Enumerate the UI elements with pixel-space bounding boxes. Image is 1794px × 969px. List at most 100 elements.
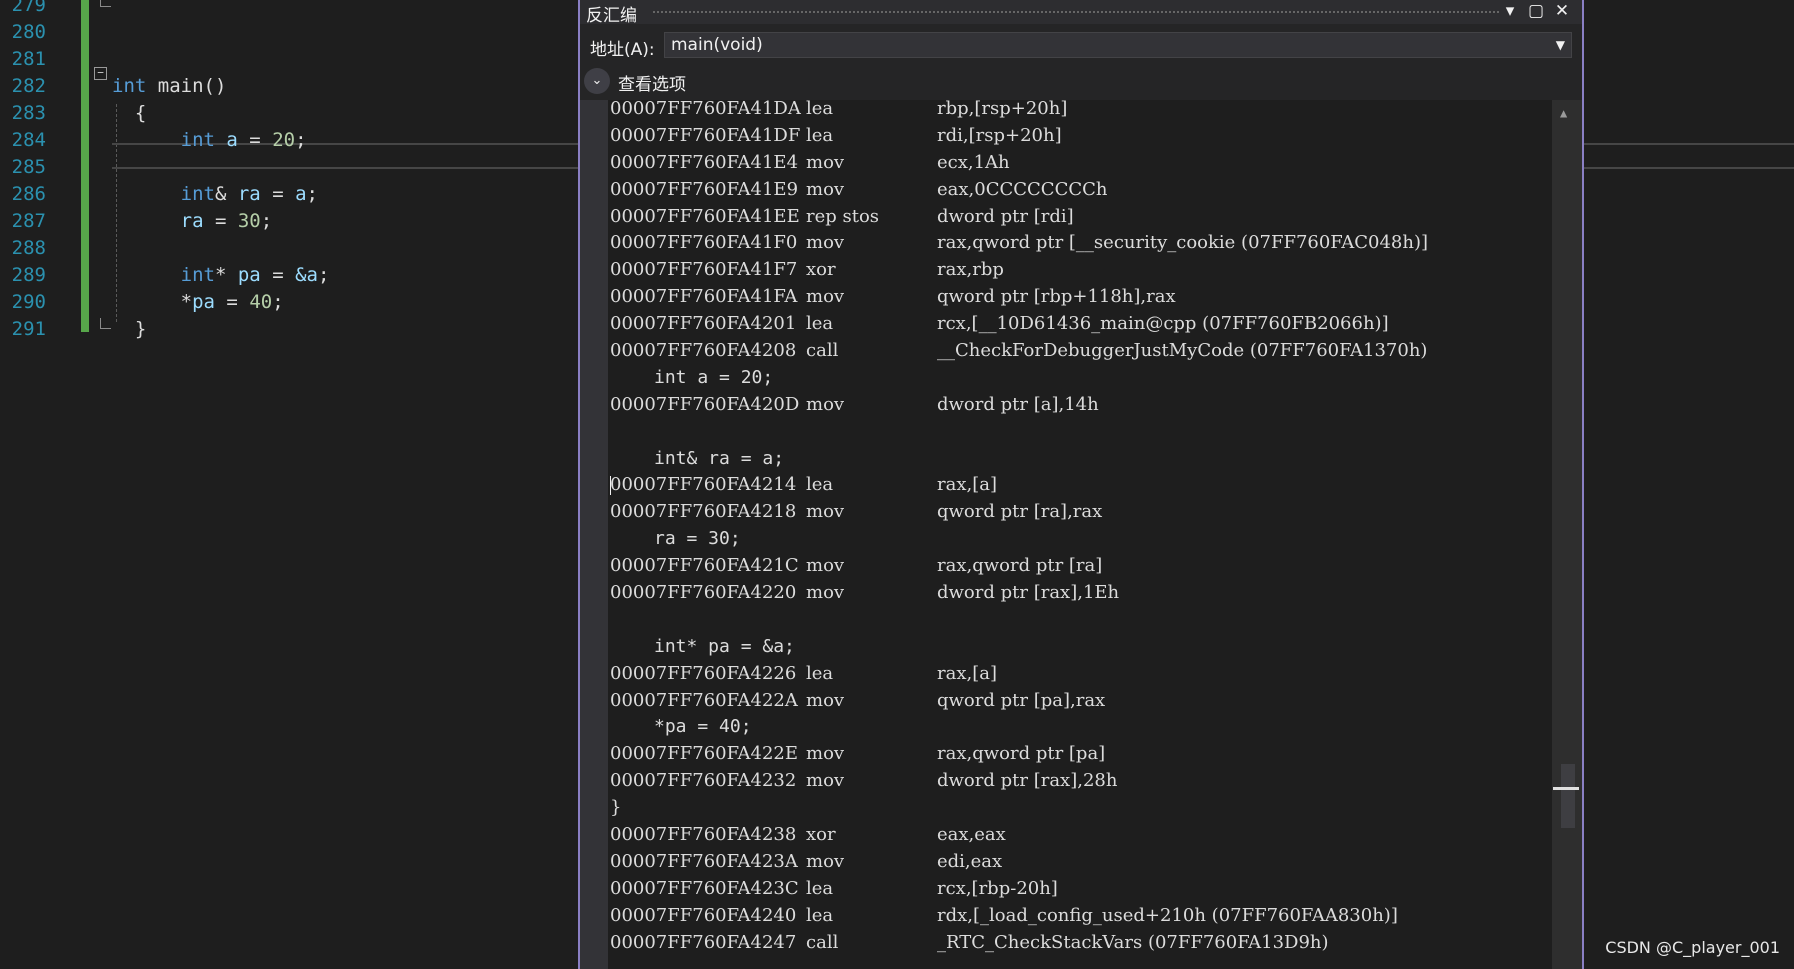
instruction-mnemonic: mov <box>806 850 845 872</box>
instruction-row[interactable]: 00007FF760FA421C mov rax,qword ptr [ra] <box>610 553 1102 580</box>
source-line[interactable]: ra = 30; <box>610 526 795 553</box>
instruction-row[interactable]: 00007FF760FA422A mov qword ptr [pa],rax <box>610 688 1105 715</box>
instruction-mnemonic: call <box>806 931 839 953</box>
vertical-scrollbar[interactable]: ▲ <box>1552 100 1582 969</box>
instruction-row[interactable]: 00007FF760FA41FA mov qword ptr [rbp+118h],… <box>610 284 1176 311</box>
code-text: ; <box>317 264 330 286</box>
instruction-row[interactable]: 00007FF760FA423A mov edi,eax <box>610 849 1002 876</box>
source-brace[interactable]: } <box>610 795 795 822</box>
window-menu-dropdown-icon[interactable]: ▾ <box>1498 0 1522 24</box>
source-line[interactable] <box>610 607 795 634</box>
disassembly-window[interactable]: 反汇编 ▾ ▢ ✕ 地址(A): main(void) ▼ ⌄ 查看选项 000… <box>578 0 1584 969</box>
instruction-row[interactable]: 00007FF760FA4201 lea rcx,[__10D61436_main@… <box>610 311 1389 338</box>
code-line: ra = 30; <box>112 208 329 235</box>
instruction-operands: qword ptr [ra],rax <box>937 501 1103 523</box>
code-line: } <box>112 316 329 343</box>
instruction-row[interactable]: 00007FF760FA41DF lea rdi,[rsp+20h] <box>610 123 1062 150</box>
line-number: 287 <box>11 210 46 232</box>
number: 40 <box>249 291 273 313</box>
instruction-operands: _RTC_CheckStackVars (07FF760FA13D9h) <box>937 931 1329 953</box>
chevron-down-icon[interactable]: ▼ <box>1556 38 1565 52</box>
instruction-row[interactable]: 00007FF760FA41F7 xor rax,rbp <box>610 257 1004 284</box>
code-line: { <box>112 100 329 127</box>
instruction-operands: rax,[a] <box>937 662 997 684</box>
scroll-position-marker <box>1553 787 1579 790</box>
instruction-address: 00007FF760FA4226 <box>610 662 797 684</box>
expand-chevron-icon[interactable]: ⌄ <box>584 68 610 94</box>
disassembly-listing[interactable]: 00007FF760FA41DA lea rbp,[rsp+20h] 00007FF7… <box>580 100 1552 969</box>
instruction-address: 00007FF760FA4240 <box>610 904 797 926</box>
code-text: = <box>237 129 273 151</box>
code-text: * <box>214 264 238 286</box>
scroll-up-icon[interactable]: ▲ <box>1560 106 1567 120</box>
outline-guide-end <box>100 318 111 329</box>
instruction-mnemonic: mov <box>806 232 845 254</box>
instruction-operands: ecx,1Ah <box>937 151 1010 173</box>
instruction-address: 00007FF760FA41F7 <box>610 259 798 281</box>
titlebar-grip[interactable] <box>652 10 1500 15</box>
code-line: int a = 20; <box>112 127 329 154</box>
instruction-operands: dword ptr [a],14h <box>937 393 1099 415</box>
instruction-row[interactable]: 00007FF760FA4214 lea rax,[a] <box>610 472 997 499</box>
close-icon[interactable]: ✕ <box>1550 0 1574 24</box>
instruction-address: 00007FF760FA422E <box>610 743 799 765</box>
instruction-operands: rax,qword ptr [pa] <box>937 743 1106 765</box>
listing-rows: 00007FF760FA41DA lea rbp,[rsp+20h] 00007FF7… <box>610 100 1428 957</box>
instruction-row[interactable]: 00007FF760FA4247 call _RTC_CheckStackVars … <box>610 930 1329 957</box>
instruction-address: 00007FF760FA4247 <box>610 931 797 953</box>
code-area[interactable]: int main() { int a = 20; int& ra = a; ra… <box>112 0 329 343</box>
code-text: = <box>214 291 250 313</box>
window-title: 反汇编 <box>586 6 637 26</box>
instruction-row[interactable]: 00007FF760FA423C lea rcx,[rbp-20h] <box>610 876 1058 903</box>
instruction-mnemonic: lea <box>806 904 834 926</box>
variable: a <box>295 183 307 205</box>
change-tracking-bar <box>81 0 89 332</box>
instruction-row[interactable]: 00007FF760FA4208 call __CheckForDebuggerJu… <box>610 338 1427 365</box>
instruction-address: 00007FF760FA421C <box>610 555 799 577</box>
instruction-operands: rdi,[rsp+20h] <box>937 124 1062 146</box>
instruction-row[interactable]: 00007FF760FA4220 mov dword ptr [rax],1Eh <box>610 580 1119 607</box>
instruction-address: 00007FF760FA4232 <box>610 770 797 792</box>
instruction-row[interactable]: 00007FF760FA41F0 mov rax,qword ptr [__secu… <box>610 230 1428 257</box>
code-text: = <box>203 210 238 232</box>
instruction-operands: dword ptr [rax],1Eh <box>937 582 1120 604</box>
variable: &a <box>295 264 318 286</box>
source-line[interactable]: int a = 20; <box>610 365 795 392</box>
code-text: ; <box>295 129 307 151</box>
instruction-row[interactable]: 00007FF760FA41EE rep stos dword ptr [rdi] <box>610 204 1074 231</box>
instruction-row[interactable]: 00007FF760FA4226 lea rax,[a] <box>610 661 997 688</box>
source-line[interactable]: int* pa = &a; <box>610 634 795 661</box>
address-combobox[interactable]: main(void) ▼ <box>664 32 1572 58</box>
instruction-row[interactable]: 00007FF760FA4238 xor eax,eax <box>610 822 1006 849</box>
line-number: 283 <box>11 102 46 124</box>
instruction-operands: eax,eax <box>937 824 1006 846</box>
instruction-row[interactable]: 00007FF760FA4240 lea rdx,[_load_config_use… <box>610 903 1398 930</box>
instruction-mnemonic: lea <box>806 877 834 899</box>
scrollbar-thumb[interactable] <box>1561 764 1575 828</box>
instruction-address: 00007FF760FA41E4 <box>610 151 799 173</box>
instruction-address: 00007FF760FA41EE <box>610 205 800 227</box>
instruction-row[interactable]: 00007FF760FA4232 mov dword ptr [rax],28h <box>610 768 1117 795</box>
instruction-operands: rax,qword ptr [ra] <box>937 555 1103 577</box>
collapse-toggle-icon[interactable]: − <box>94 67 107 80</box>
instruction-operands: __CheckForDebuggerJustMyCode (07FF760FA1… <box>937 340 1428 362</box>
source-line[interactable]: *pa = 40; <box>610 714 795 741</box>
line-number: 284 <box>11 129 46 151</box>
instruction-operands: dword ptr [rax],28h <box>937 770 1118 792</box>
code-line: int& ra = a; <box>112 181 329 208</box>
instruction-row[interactable]: 00007FF760FA41E9 mov eax,0CCCCCCCCh <box>610 177 1107 204</box>
instruction-row[interactable]: 00007FF760FA422E mov rax,qword ptr [pa] <box>610 741 1105 768</box>
source-line[interactable]: int& ra = a; <box>610 446 795 473</box>
source-line[interactable] <box>610 419 795 446</box>
instruction-row[interactable]: 00007FF760FA4218 mov qword ptr [ra],rax <box>610 499 1102 526</box>
window-titlebar[interactable]: 反汇编 ▾ ▢ ✕ <box>580 0 1582 26</box>
view-options-label: 查看选项 <box>618 75 686 95</box>
instruction-row[interactable]: 00007FF760FA41E4 mov ecx,1Ah <box>610 150 1010 177</box>
instruction-mnemonic: mov <box>806 582 845 604</box>
instruction-mnemonic: mov <box>806 151 845 173</box>
maximize-icon[interactable]: ▢ <box>1524 0 1548 24</box>
instruction-row[interactable]: 00007FF760FA41DA lea rbp,[rsp+20h] <box>610 100 1067 123</box>
instruction-address: 00007FF760FA41DA <box>610 100 801 119</box>
instruction-row[interactable]: 00007FF760FA420D mov dword ptr [a],14h <box>610 392 1099 419</box>
